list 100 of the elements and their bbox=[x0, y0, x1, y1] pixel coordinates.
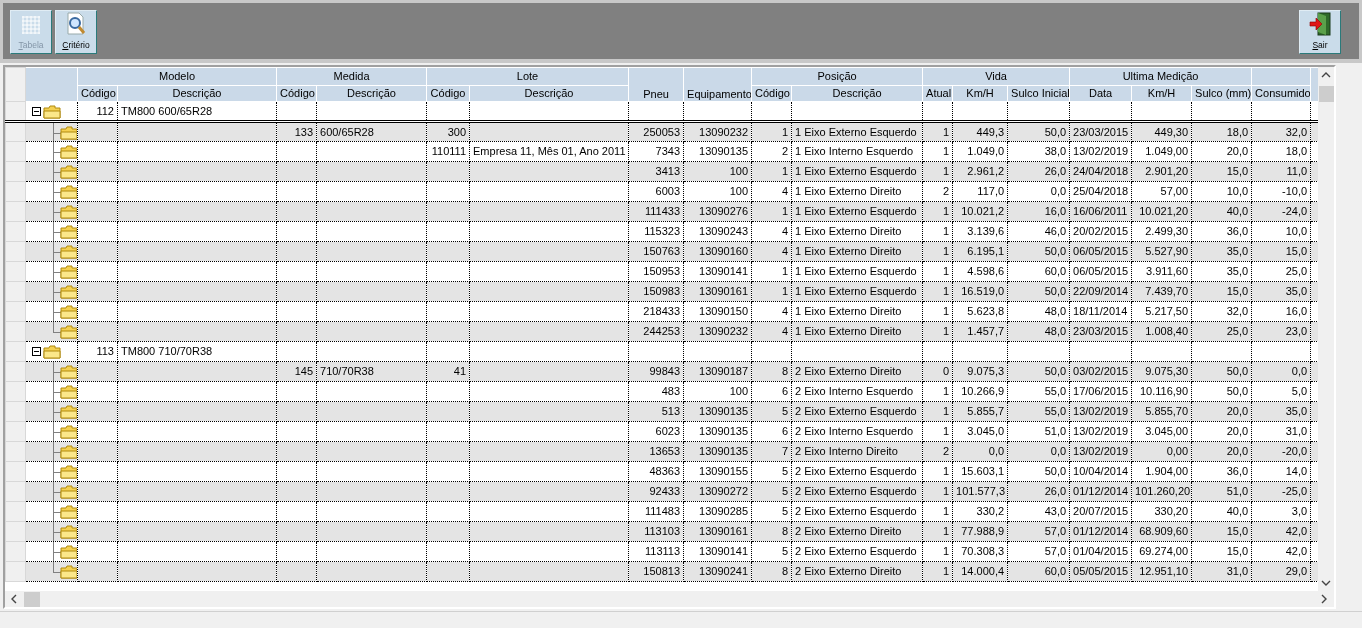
table-cell: 41 bbox=[453, 365, 467, 378]
table-cell: 9.075,30 bbox=[1145, 365, 1189, 378]
table-cell: 15,0 bbox=[1226, 285, 1249, 298]
table-cell: Empresa 11, Mês 01, Ano 2011 bbox=[473, 145, 626, 158]
table-cell: 16.519,0 bbox=[961, 285, 1005, 298]
table-cell: 77.988,9 bbox=[961, 525, 1005, 538]
table-cell: 17/06/2015 bbox=[1073, 385, 1129, 398]
table-cell: 18,0 bbox=[1226, 125, 1249, 138]
table-cell: -25,0 bbox=[1282, 485, 1308, 498]
group-row[interactable]: 113 TM800 710/70R38 bbox=[5, 341, 1318, 362]
tree-line bbox=[53, 401, 62, 421]
table-cell: 8 bbox=[781, 525, 789, 538]
scroll-thumb[interactable] bbox=[1318, 85, 1334, 102]
table-cell: 5,0 bbox=[1291, 385, 1308, 398]
table-cell: 26,0 bbox=[1044, 485, 1067, 498]
table-cell: 13653 bbox=[649, 445, 681, 458]
table-cell: 10.116,90 bbox=[1139, 385, 1189, 398]
table-cell: 13090232 bbox=[699, 325, 749, 338]
table-cell: 4 bbox=[781, 225, 789, 238]
table-cell: 100 bbox=[729, 165, 749, 178]
table-cell: 1 Eixo Externo Esquerdo bbox=[795, 125, 917, 138]
vertical-scrollbar[interactable] bbox=[1318, 66, 1334, 592]
table-cell: 2 Eixo Externo Esquerdo bbox=[795, 505, 917, 518]
corner-cell[interactable] bbox=[5, 67, 26, 102]
table-cell: 40,0 bbox=[1226, 505, 1249, 518]
table-cell: 13/02/2019 bbox=[1073, 445, 1129, 458]
tree-line bbox=[53, 501, 62, 521]
column-header[interactable]: Pneu bbox=[628, 67, 684, 102]
folder-icon bbox=[60, 444, 77, 459]
scroll-left-icon[interactable] bbox=[10, 594, 18, 605]
table-cell: 16/06/2011 bbox=[1073, 205, 1128, 218]
table-cell: 13090160 bbox=[699, 245, 749, 258]
folder-icon bbox=[60, 324, 77, 339]
tree-line bbox=[53, 261, 62, 281]
table-cell: 0,0 bbox=[988, 445, 1005, 458]
table-cell: 13090161 bbox=[699, 525, 749, 538]
folder-icon bbox=[60, 504, 77, 519]
row-selector[interactable] bbox=[5, 121, 26, 142]
table-cell: 0,0 bbox=[1050, 445, 1067, 458]
table-cell: 55,0 bbox=[1044, 405, 1067, 418]
table-cell: 01/12/2014 bbox=[1073, 525, 1129, 538]
table-cell: 70.308,3 bbox=[961, 545, 1005, 558]
table-cell: 100 bbox=[729, 385, 749, 398]
exit-door-icon bbox=[1309, 12, 1331, 36]
table-cell: 7343 bbox=[655, 145, 681, 158]
collapse-icon[interactable] bbox=[32, 106, 41, 116]
table-cell: 1.457,7 bbox=[967, 325, 1005, 338]
table-cell: 13090232 bbox=[699, 125, 749, 138]
folder-icon bbox=[43, 344, 61, 359]
table-cell: 05/05/2015 bbox=[1073, 565, 1129, 578]
table-cell: 1 bbox=[942, 205, 950, 218]
table-cell: 3.139,6 bbox=[967, 225, 1005, 238]
row-selector[interactable] bbox=[5, 101, 26, 122]
column-header[interactable]: Equipamento bbox=[683, 67, 752, 102]
table-cell: 1 bbox=[942, 505, 950, 518]
collapse-icon[interactable] bbox=[32, 346, 41, 356]
table-cell: 50,0 bbox=[1044, 245, 1067, 258]
table-cell: 7.439,70 bbox=[1145, 285, 1189, 298]
table-cell: 1 bbox=[942, 125, 950, 138]
table-cell: 50,0 bbox=[1226, 365, 1249, 378]
folder-icon bbox=[60, 144, 77, 159]
folder-icon bbox=[43, 104, 61, 119]
table-cell: 449,30 bbox=[1154, 125, 1189, 138]
table-cell: 2 Eixo Externo Direito bbox=[795, 525, 902, 538]
table-cell: 38,0 bbox=[1044, 145, 1067, 158]
table-cell: 24/04/2018 bbox=[1073, 165, 1129, 178]
table-cell: 13090187 bbox=[699, 365, 749, 378]
scroll-thumb[interactable] bbox=[24, 591, 40, 607]
table-cell: 100 bbox=[729, 185, 749, 198]
table-cell: 150763 bbox=[643, 245, 681, 258]
scroll-down-icon[interactable] bbox=[1321, 579, 1331, 588]
exit-button[interactable]: Sair bbox=[1299, 10, 1341, 54]
table-cell: 111433 bbox=[644, 205, 681, 218]
table-cell: 1 Eixo Externo Direito bbox=[795, 325, 902, 338]
table-cell: 13090243 bbox=[699, 225, 749, 238]
table-cell: 31,0 bbox=[1226, 565, 1249, 578]
folder-icon bbox=[60, 224, 77, 239]
table-cell: 1.008,40 bbox=[1145, 325, 1189, 338]
table-cell: 1 Eixo Externo Esquerdo bbox=[795, 205, 917, 218]
table-cell: 20/07/2015 bbox=[1073, 505, 1129, 518]
table-cell: -24,0 bbox=[1282, 205, 1308, 218]
table-cell: 2 bbox=[781, 145, 789, 158]
scroll-right-icon[interactable] bbox=[1320, 594, 1328, 605]
table-cell: 13090135 bbox=[699, 145, 749, 158]
table-cell: 13090241 bbox=[699, 565, 749, 578]
table-cell: 13090135 bbox=[699, 405, 749, 418]
table-cell: 1 bbox=[781, 285, 789, 298]
table-cell: 2 Eixo Externo Esquerdo bbox=[795, 485, 917, 498]
search-icon bbox=[65, 12, 87, 36]
table-cell: 111483 bbox=[644, 505, 681, 518]
table-cell: 12.951,10 bbox=[1139, 565, 1189, 578]
table-cell: 4 bbox=[781, 305, 789, 318]
table-cell: 5 bbox=[781, 405, 789, 418]
table-cell: 6003 bbox=[655, 185, 681, 198]
toolbar-button[interactable]: Critério bbox=[55, 10, 97, 54]
table-cell: 9.075,3 bbox=[967, 365, 1005, 378]
horizontal-scrollbar[interactable] bbox=[5, 591, 1334, 608]
table-cell: 5 bbox=[781, 545, 789, 558]
scroll-up-icon[interactable] bbox=[1321, 70, 1331, 79]
table-cell: 48363 bbox=[649, 465, 681, 478]
